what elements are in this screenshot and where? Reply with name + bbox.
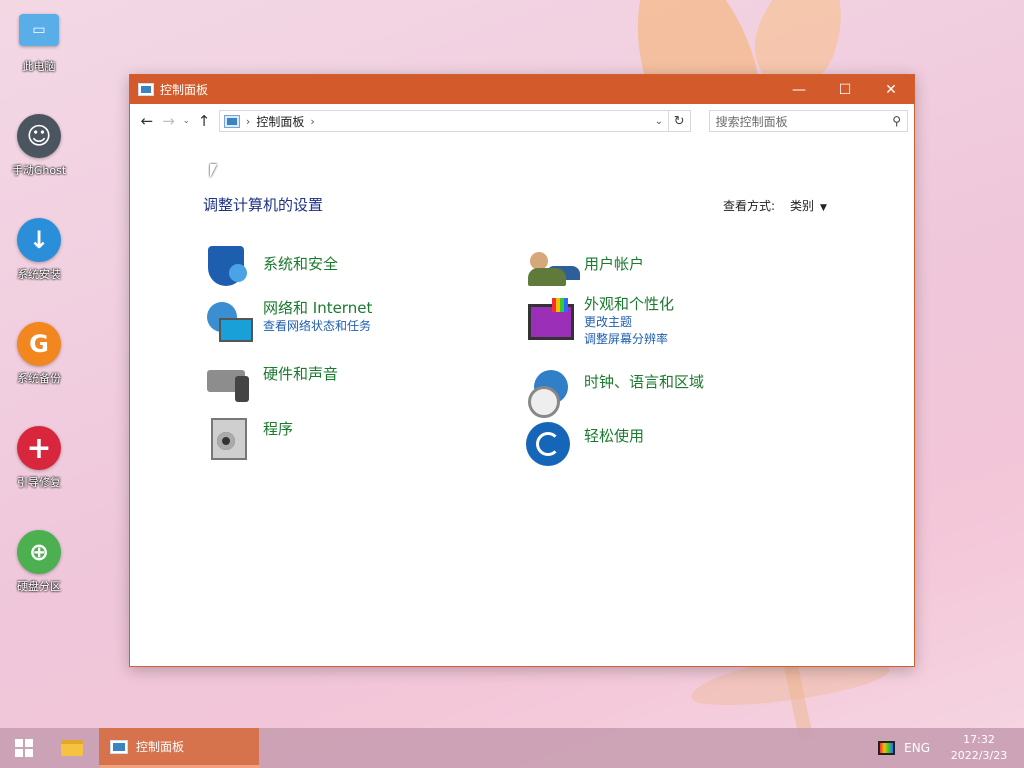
control-panel-icon — [138, 83, 154, 96]
hardware-sound-icon — [205, 358, 251, 404]
link-change-theme[interactable]: 更改主题 — [584, 314, 674, 331]
plus-icon: + — [17, 426, 61, 470]
partition-icon: ⊕ — [17, 530, 61, 574]
caret-down-icon: ▼ — [820, 203, 827, 213]
control-panel-content: 调整计算机的设置 查看方式: 类别 ▼ 系统和安全 网络和 Internet 查看… — [130, 138, 914, 666]
users-icon — [526, 244, 572, 290]
forward-button[interactable]: → — [158, 110, 180, 132]
view-by-value: 类别 — [790, 199, 815, 213]
link-adjust-resolution[interactable]: 调整屏幕分辨率 — [584, 331, 674, 348]
category-network-internet[interactable]: 网络和 Internet 查看网络状态和任务 — [205, 298, 372, 344]
category-title[interactable]: 系统和安全 — [263, 254, 338, 274]
desktop-icon-label: 引导修复 — [17, 476, 61, 489]
window-title: 控制面板 — [160, 83, 209, 97]
windows-logo-icon — [15, 739, 33, 757]
category-title[interactable]: 轻松使用 — [584, 426, 644, 446]
download-icon: ↓ — [17, 218, 61, 262]
category-title[interactable]: 网络和 Internet — [263, 298, 372, 318]
back-button[interactable]: ← — [136, 110, 158, 132]
input-language-indicator[interactable]: ENG — [904, 741, 930, 755]
category-title[interactable]: 时钟、语言和区域 — [584, 372, 704, 392]
desktop-icon-label: 系统备份 — [17, 372, 61, 385]
system-tray: ENG 17:32 2022/3/23 — [878, 728, 1024, 768]
category-hardware-sound[interactable]: 硬件和声音 — [205, 358, 338, 404]
desktop-icon-label: 硬盘分区 — [17, 580, 61, 593]
category-system-security[interactable]: 系统和安全 — [205, 244, 338, 290]
search-placeholder: 搜索控制面板 — [715, 114, 788, 129]
view-by-label: 查看方式: — [723, 199, 776, 213]
category-title[interactable]: 用户帐户 — [584, 254, 644, 274]
page-title: 调整计算机的设置 — [203, 196, 324, 214]
chevron-down-icon[interactable]: ⌄ — [650, 116, 668, 127]
category-title[interactable]: 硬件和声音 — [263, 364, 338, 384]
start-button[interactable] — [0, 728, 48, 768]
category-title[interactable]: 外观和个性化 — [584, 294, 674, 314]
maximize-button[interactable]: ☐ — [822, 75, 868, 104]
desktop-icon-ghost[interactable]: ☺ 手动Ghost — [6, 114, 72, 178]
taskbar-task-control-panel[interactable]: 控制面板 — [99, 728, 259, 768]
backup-icon: G — [17, 322, 61, 366]
desktop-icon-boot-repair[interactable]: + 引导修复 — [6, 426, 72, 490]
search-icon[interactable]: ⚲ — [892, 114, 901, 128]
desktop-icon-system-backup[interactable]: G 系统备份 — [6, 322, 72, 386]
control-panel-icon — [223, 114, 240, 128]
close-button[interactable]: ✕ — [868, 75, 914, 104]
taskbar-file-explorer[interactable] — [48, 728, 96, 768]
network-icon — [205, 298, 253, 344]
clock-globe-icon — [526, 368, 572, 418]
control-panel-icon — [110, 739, 128, 754]
search-input[interactable]: 搜索控制面板 ⚲ — [708, 110, 908, 132]
taskbar: 控制面板 ENG 17:32 2022/3/23 — [0, 728, 1024, 768]
breadcrumb-separator-icon[interactable]: › — [310, 115, 314, 128]
breadcrumb-control-panel[interactable]: 控制面板 — [256, 113, 304, 130]
desktop-icon-system-install[interactable]: ↓ 系统安装 — [6, 218, 72, 282]
clock-time: 17:32 — [963, 733, 995, 746]
category-user-accounts[interactable]: 用户帐户 — [526, 244, 644, 290]
shield-icon — [205, 244, 251, 290]
clock[interactable]: 17:32 2022/3/23 — [946, 732, 1012, 764]
taskbar-task-label: 控制面板 — [136, 740, 185, 754]
desktop-icon-label: 此电脑 — [22, 60, 56, 73]
ghost-icon: ☺ — [17, 114, 61, 158]
breadcrumb-separator-icon: › — [245, 114, 251, 128]
control-panel-window: 控制面板 — ☐ ✕ ← → ⌄ ↑ › 控制面板 › ⌄ ↻ 搜索控制面板 ⚲… — [129, 74, 915, 667]
title-bar[interactable]: 控制面板 — ☐ ✕ — [130, 75, 914, 104]
category-clock-region[interactable]: 时钟、语言和区域 — [526, 368, 704, 418]
refresh-button[interactable]: ↻ — [668, 110, 691, 132]
address-bar[interactable]: › 控制面板 › ⌄ — [218, 110, 669, 132]
category-title[interactable]: 程序 — [263, 419, 293, 439]
programs-icon — [205, 414, 251, 460]
clock-date: 2022/3/23 — [950, 749, 1008, 762]
folder-icon — [61, 740, 83, 756]
mouse-cursor-icon — [210, 164, 217, 178]
desktop-icon-label: 手动Ghost — [11, 164, 67, 177]
display-icon[interactable] — [878, 741, 896, 755]
desktop-icon-label: 系统安装 — [17, 268, 61, 281]
ease-of-access-icon — [526, 422, 572, 468]
up-button[interactable]: ↑ — [193, 110, 215, 132]
category-appearance[interactable]: 外观和个性化 更改主题 调整屏幕分辨率 — [526, 295, 674, 348]
computer-icon: ▭ — [19, 14, 59, 46]
category-ease-of-access[interactable]: 轻松使用 — [526, 422, 644, 468]
link-view-network-status[interactable]: 查看网络状态和任务 — [263, 318, 372, 335]
desktop-icon-disk-partition[interactable]: ⊕ 硬盘分区 — [6, 530, 72, 594]
desktop-icon-this-pc[interactable]: ▭ 此电脑 — [6, 10, 72, 74]
category-programs[interactable]: 程序 — [205, 414, 293, 460]
appearance-icon — [526, 298, 574, 344]
recent-locations-button[interactable]: ⌄ — [179, 110, 193, 132]
address-toolbar: ← → ⌄ ↑ › 控制面板 › ⌄ ↻ 搜索控制面板 ⚲ — [130, 104, 914, 138]
minimize-button[interactable]: — — [776, 75, 822, 104]
view-by-dropdown[interactable]: 类别 ▼ — [790, 197, 827, 214]
